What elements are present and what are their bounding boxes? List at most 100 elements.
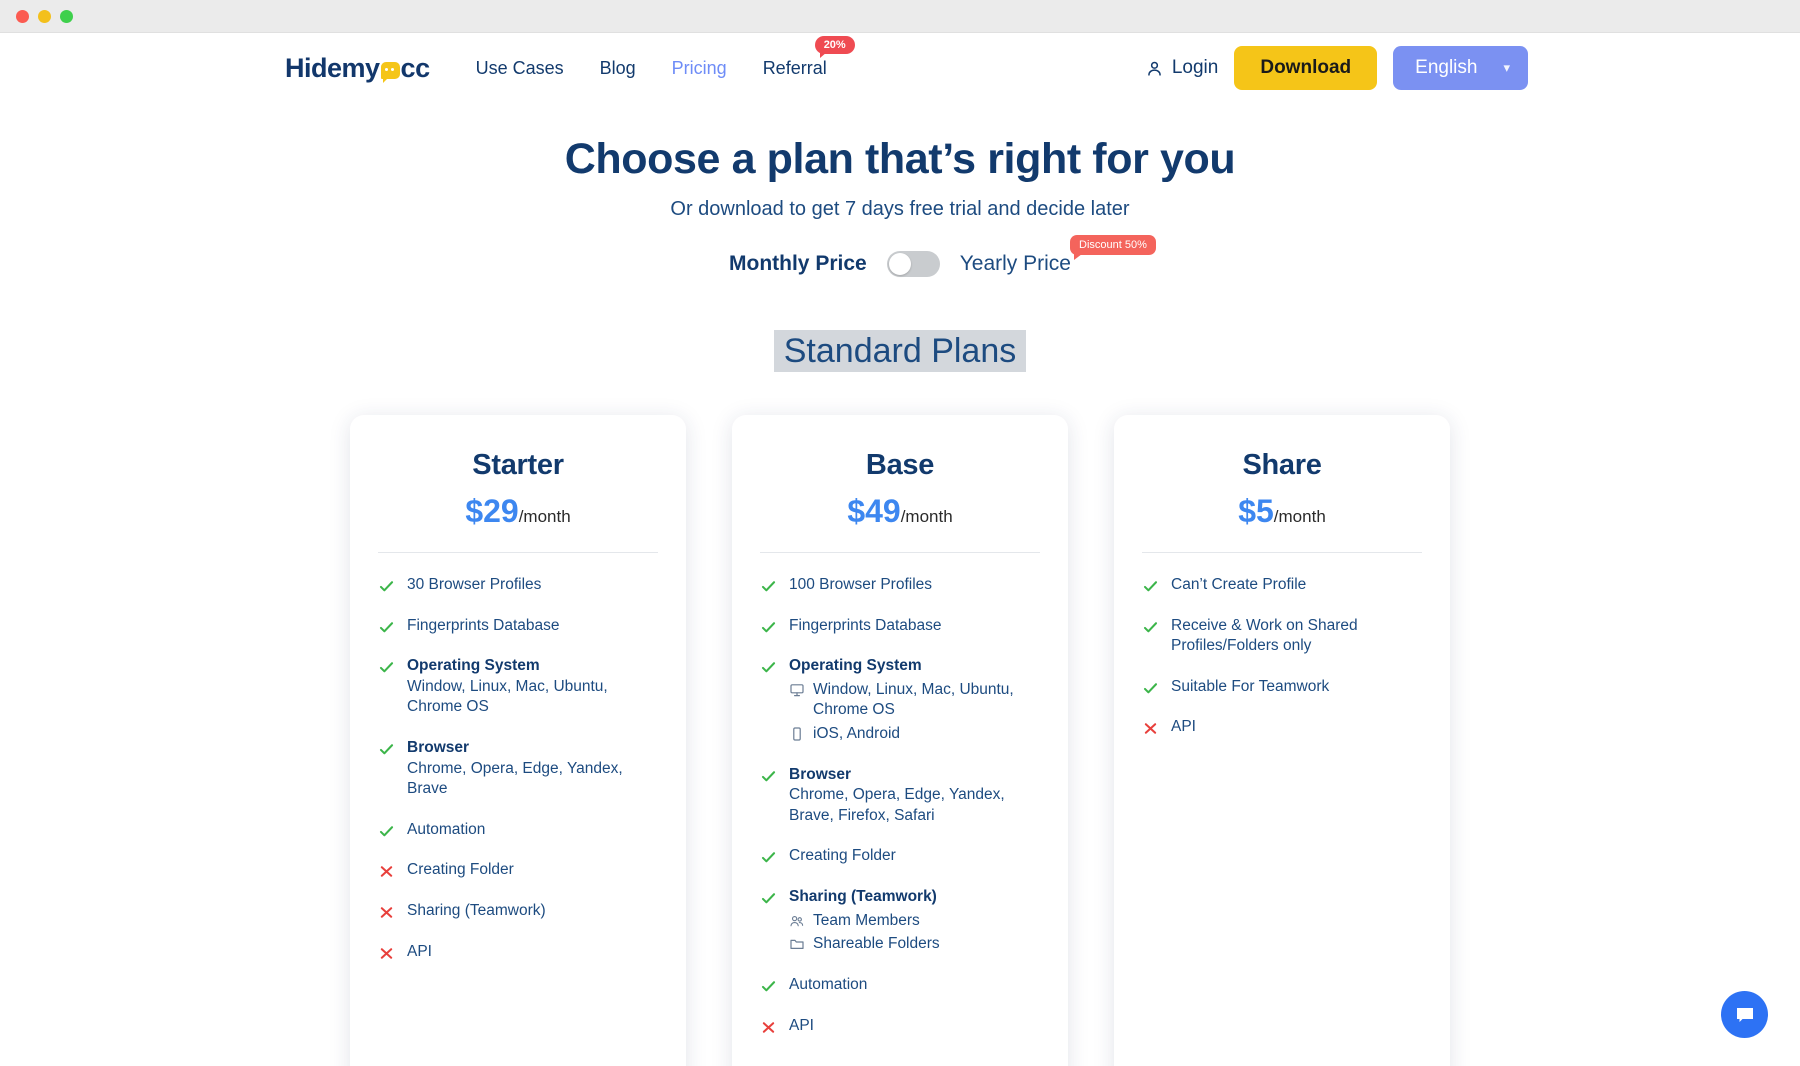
feature-label: Browser [407,739,470,757]
window-close-button[interactable] [16,9,29,23]
cross-icon [380,866,393,878]
check-icon [1143,621,1158,632]
check-icon [379,826,394,837]
feature-label: Automation [407,820,486,838]
page-root: Hidemy cc Use Cases Blog Pricing Referral… [0,33,1800,1066]
yearly-price-label[interactable]: Yearly Price [960,252,1071,276]
language-selector[interactable]: English ▾ [1393,46,1528,90]
plan-name: Share [1242,449,1322,481]
feature-label: Browser [789,765,852,783]
feature-subitem: iOS, Android [789,724,1040,745]
plan-price-period: /month [1273,507,1326,526]
nav-link-referral[interactable]: Referral 20% [762,35,855,79]
feature-row: Fingerprints Database [378,616,658,637]
plan-price: $49/month [760,493,1040,530]
feature-label: Suitable For Teamwork [1171,677,1330,695]
plan-price-period: /month [518,507,571,526]
chevron-down-icon: ▾ [1503,60,1510,75]
feature-row: Sharing (Teamwork) [378,901,658,922]
check-icon [379,581,394,592]
billing-period-toggle-row: Monthly Price Yearly Price Discount 50% [0,235,1800,277]
plan-name: Starter [472,449,564,481]
plan-price: $29/month [378,493,658,530]
team-members-icon [790,915,804,927]
feature-label: Sharing (Teamwork) [789,888,937,906]
site-logo[interactable]: Hidemy cc [285,53,430,84]
cross-icon [380,947,393,959]
feature-row: Operating System Window, Linux, Mac, Ubu… [378,656,658,718]
login-button[interactable]: Login [1145,57,1219,79]
login-label: Login [1171,57,1219,78]
navbar: Hidemy cc Use Cases Blog Pricing Referral… [0,33,1800,103]
section-heading-text: Standard Plans [773,330,1027,372]
feature-row: Suitable For Teamwork [1142,677,1422,698]
plan-price-amount: $29 [465,493,519,529]
feature-label: Operating System [789,657,922,675]
check-icon [1143,581,1158,592]
feature-row: 100 Browser Profiles [760,575,1040,596]
billing-period-switch[interactable] [886,251,940,277]
feature-label: Sharing (Teamwork) [407,902,546,920]
nav-link-pricing[interactable]: Pricing [672,58,727,79]
nav-link-referral-label: Referral [762,57,827,78]
feature-label: Operating System [407,657,540,675]
feature-label: Fingerprints Database [789,616,942,634]
folder-icon [790,940,804,950]
feature-subitem-text: Shareable Folders [813,935,940,953]
section-heading: Standard Plans [0,330,1800,372]
pricing-card-share[interactable]: Share $5/month Can’t Create Profile Rece… [1114,415,1450,1066]
feature-label: API [789,1016,814,1034]
feature-label: Creating Folder [407,861,514,879]
feature-row: Can’t Create Profile [1142,575,1422,596]
feature-row: Creating Folder [378,860,658,881]
feature-row: Automation [378,820,658,841]
discount-badge: Discount 50% [1070,235,1156,260]
feature-row: Receive & Work on Shared Profiles/Folder… [1142,616,1422,657]
language-label: English [1415,57,1478,78]
pricing-card-base[interactable]: Base $49/month 100 Browser Profiles Fing… [732,415,1068,1066]
feature-label: Fingerprints Database [407,616,560,634]
feature-label: Creating Folder [789,847,896,865]
feature-subitem-text: iOS, Android [813,725,901,743]
feature-label: Automation [789,975,868,993]
feature-label: Can’t Create Profile [1171,576,1307,593]
referral-discount-badge: 20% [814,35,855,58]
page-title: Choose a plan that’s right for you [564,135,1236,183]
download-button[interactable]: Download [1234,46,1378,90]
feature-label: API [407,942,432,960]
check-icon [761,981,776,992]
pricing-card-starter[interactable]: Starter $29/month 30 Browser Profiles Fi… [350,415,686,1066]
desktop-icon [790,684,804,697]
feature-row: Operating System Window, Linux, Mac, Ubu… [760,656,1040,744]
switch-knob [888,253,911,275]
plan-price-amount: $5 [1238,493,1274,529]
feature-label: Receive & Work on Shared Profiles/Folder… [1171,616,1358,655]
feature-row: API [1142,717,1422,738]
check-icon [379,744,394,755]
check-icon [761,581,776,592]
feature-subitem: Shareable Folders [789,934,940,955]
feature-row: 30 Browser Profiles [378,575,658,596]
navbar-actions: Login Download English ▾ [1145,46,1528,90]
window-minimize-button[interactable] [38,9,51,23]
page-subtitle: Or download to get 7 days free trial and… [670,198,1130,220]
check-icon [379,662,394,673]
feature-row: Browser Chrome, Opera, Edge, Yandex, Bra… [378,738,658,800]
cross-icon [380,907,393,918]
nav-link-blog[interactable]: Blog [600,58,636,79]
monthly-price-label[interactable]: Monthly Price [729,252,867,276]
plan-price: $5/month [1142,493,1422,530]
check-icon [761,662,776,673]
window-titlebar [0,0,1800,33]
window-maximize-button[interactable] [60,9,73,23]
feature-label: 30 Browser Profiles [407,576,542,593]
check-icon [761,770,776,782]
check-icon [379,621,394,632]
nav-link-use-cases[interactable]: Use Cases [476,58,564,79]
check-icon [761,893,776,904]
logo-text-part1: Hidemy [285,52,380,83]
feature-row: Creating Folder [760,846,1040,867]
feature-detail: Window, Linux, Mac, Ubuntu, Chrome OS [407,677,608,716]
check-icon [761,621,776,632]
chat-widget-button[interactable] [1721,991,1768,1038]
